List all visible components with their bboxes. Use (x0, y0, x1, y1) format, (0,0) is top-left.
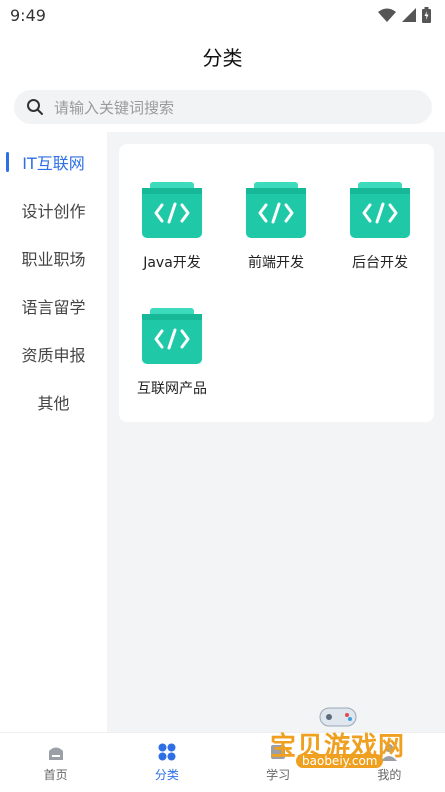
search-bar[interactable]: 请输入关键词搜索 (14, 90, 432, 124)
sidebar-item-label: 其他 (37, 394, 70, 413)
category-frontend[interactable]: 前端开发 (231, 182, 321, 272)
search-placeholder[interactable]: 请输入关键词搜索 (54, 97, 174, 118)
sidebar-item-it[interactable]: IT互联网 (0, 138, 107, 186)
profile-icon (381, 744, 398, 761)
category-label: 前端开发 (248, 255, 304, 271)
code-folder-icon (142, 308, 202, 364)
category-internet-product[interactable]: 互联网产品 (127, 308, 217, 398)
signal-icon (402, 8, 416, 22)
study-icon (271, 745, 286, 759)
home-icon (48, 747, 63, 760)
status-icons (378, 7, 431, 23)
sidebar-item-other[interactable]: 其他 (0, 378, 107, 426)
sidebar-item-language[interactable]: 语言留学 (0, 282, 107, 330)
tab-profile[interactable]: 我的 (334, 733, 445, 792)
code-folder-icon (246, 182, 306, 238)
sidebar-item-design[interactable]: 设计创作 (0, 186, 107, 234)
tab-label: 学习 (266, 768, 291, 782)
category-icon (158, 743, 176, 761)
category-card: Java开发 前端开发 后台开发 互联网产品 (119, 144, 434, 422)
category-sidebar: IT互联网 设计创作 职业职场 语言留学 资质申报 其他 (0, 132, 107, 732)
tab-label: 首页 (43, 768, 68, 782)
code-folder-icon (142, 182, 202, 238)
search-icon (27, 99, 43, 115)
status-bar: 9:49 (0, 0, 445, 30)
sidebar-item-label: 设计创作 (21, 202, 86, 221)
sidebar-item-label: 资质申报 (21, 346, 86, 365)
sidebar-item-label: 语言留学 (21, 298, 86, 317)
category-label: 互联网产品 (137, 381, 207, 397)
page-title: 分类 (202, 45, 243, 70)
category-label: 后台开发 (352, 255, 408, 271)
sidebar-item-label: IT互联网 (22, 154, 85, 173)
sidebar-item-label: 职业职场 (21, 250, 86, 269)
page-header: 分类 (0, 36, 445, 76)
wifi-icon (378, 8, 396, 22)
sidebar-item-career[interactable]: 职业职场 (0, 234, 107, 282)
category-content: Java开发 前端开发 后台开发 互联网产品 (107, 132, 445, 732)
bottom-tab-bar: 首页 分类 学习 我的 (0, 732, 445, 792)
category-backend[interactable]: 后台开发 (335, 182, 425, 272)
tab-home[interactable]: 首页 (0, 733, 111, 792)
status-time: 9:49 (10, 5, 46, 25)
sidebar-item-qualification[interactable]: 资质申报 (0, 330, 107, 378)
tab-category[interactable]: 分类 (111, 733, 222, 792)
tab-study[interactable]: 学习 (223, 733, 334, 792)
battery-icon (422, 7, 431, 23)
category-java[interactable]: Java开发 (127, 182, 217, 272)
tab-label: 分类 (154, 768, 179, 782)
category-label: Java开发 (143, 255, 201, 271)
code-folder-icon (350, 182, 410, 238)
tab-label: 我的 (377, 768, 402, 782)
